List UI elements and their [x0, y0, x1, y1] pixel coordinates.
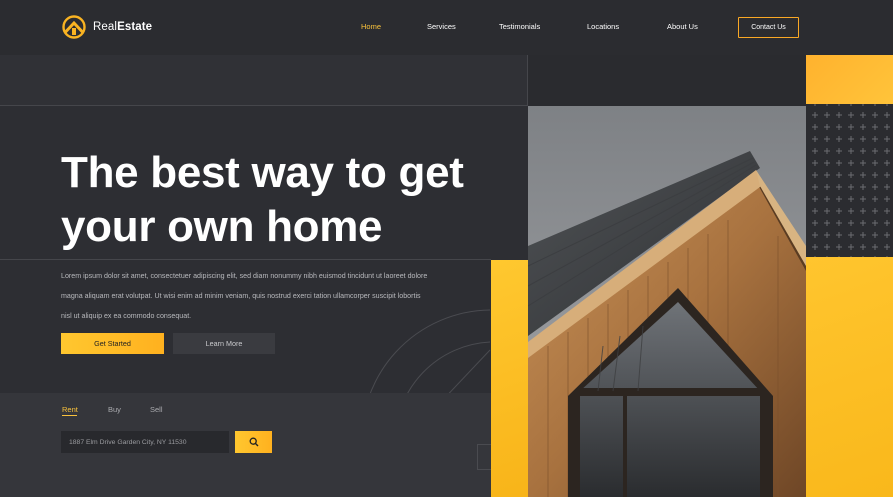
plus-pattern-icon [806, 104, 893, 257]
house-logo-icon [62, 15, 86, 39]
address-search-input[interactable]: 1887 Elm Drive Garden City, NY 11530 [61, 431, 229, 453]
get-started-button[interactable]: Get Started [61, 333, 164, 354]
decorative-frame [477, 444, 491, 470]
nav-services[interactable]: Services [427, 22, 456, 31]
description-line: nisl ut aliquip ex ea commodo consequat. [61, 312, 192, 320]
brand-name: RealEstate [93, 21, 153, 33]
house-photo [528, 106, 806, 497]
top-band [0, 55, 528, 106]
accent-block [491, 260, 528, 497]
search-button[interactable] [235, 431, 272, 453]
nav-about-us[interactable]: About Us [667, 22, 698, 31]
tab-rent[interactable]: Rent [62, 405, 78, 414]
hero-title: The best way to get your own home [61, 146, 491, 254]
description-line: magna aliquam erat volutpat. Ut wisi eni… [61, 292, 421, 300]
search-icon [249, 437, 258, 447]
tab-buy[interactable]: Buy [108, 405, 121, 414]
nav-home[interactable]: Home [361, 22, 381, 31]
contact-us-button[interactable]: Contact Us [738, 17, 799, 38]
active-tab-underline [62, 415, 77, 416]
plus-pattern [806, 104, 893, 257]
tab-sell[interactable]: Sell [150, 405, 163, 414]
nav-locations[interactable]: Locations [587, 22, 619, 31]
top-band-right [528, 55, 806, 106]
hero-description: Lorem ipsum dolor sit amet, consectetuer… [61, 266, 481, 326]
divider-line [527, 55, 528, 106]
house-image [528, 106, 806, 497]
accent-block [806, 257, 893, 497]
divider-line [0, 259, 491, 260]
hero-title-line: The best way to get [61, 148, 464, 197]
nav-testimonials[interactable]: Testimonials [499, 22, 540, 31]
learn-more-button[interactable]: Learn More [173, 333, 275, 354]
logo[interactable]: RealEstate [61, 15, 152, 39]
accent-block [806, 55, 893, 104]
hero-title-line: your own home [61, 202, 383, 251]
site-header: RealEstate Home Services Testimonials Lo… [0, 0, 893, 55]
description-line: Lorem ipsum dolor sit amet, consectetuer… [61, 272, 428, 280]
divider-line [0, 105, 528, 106]
